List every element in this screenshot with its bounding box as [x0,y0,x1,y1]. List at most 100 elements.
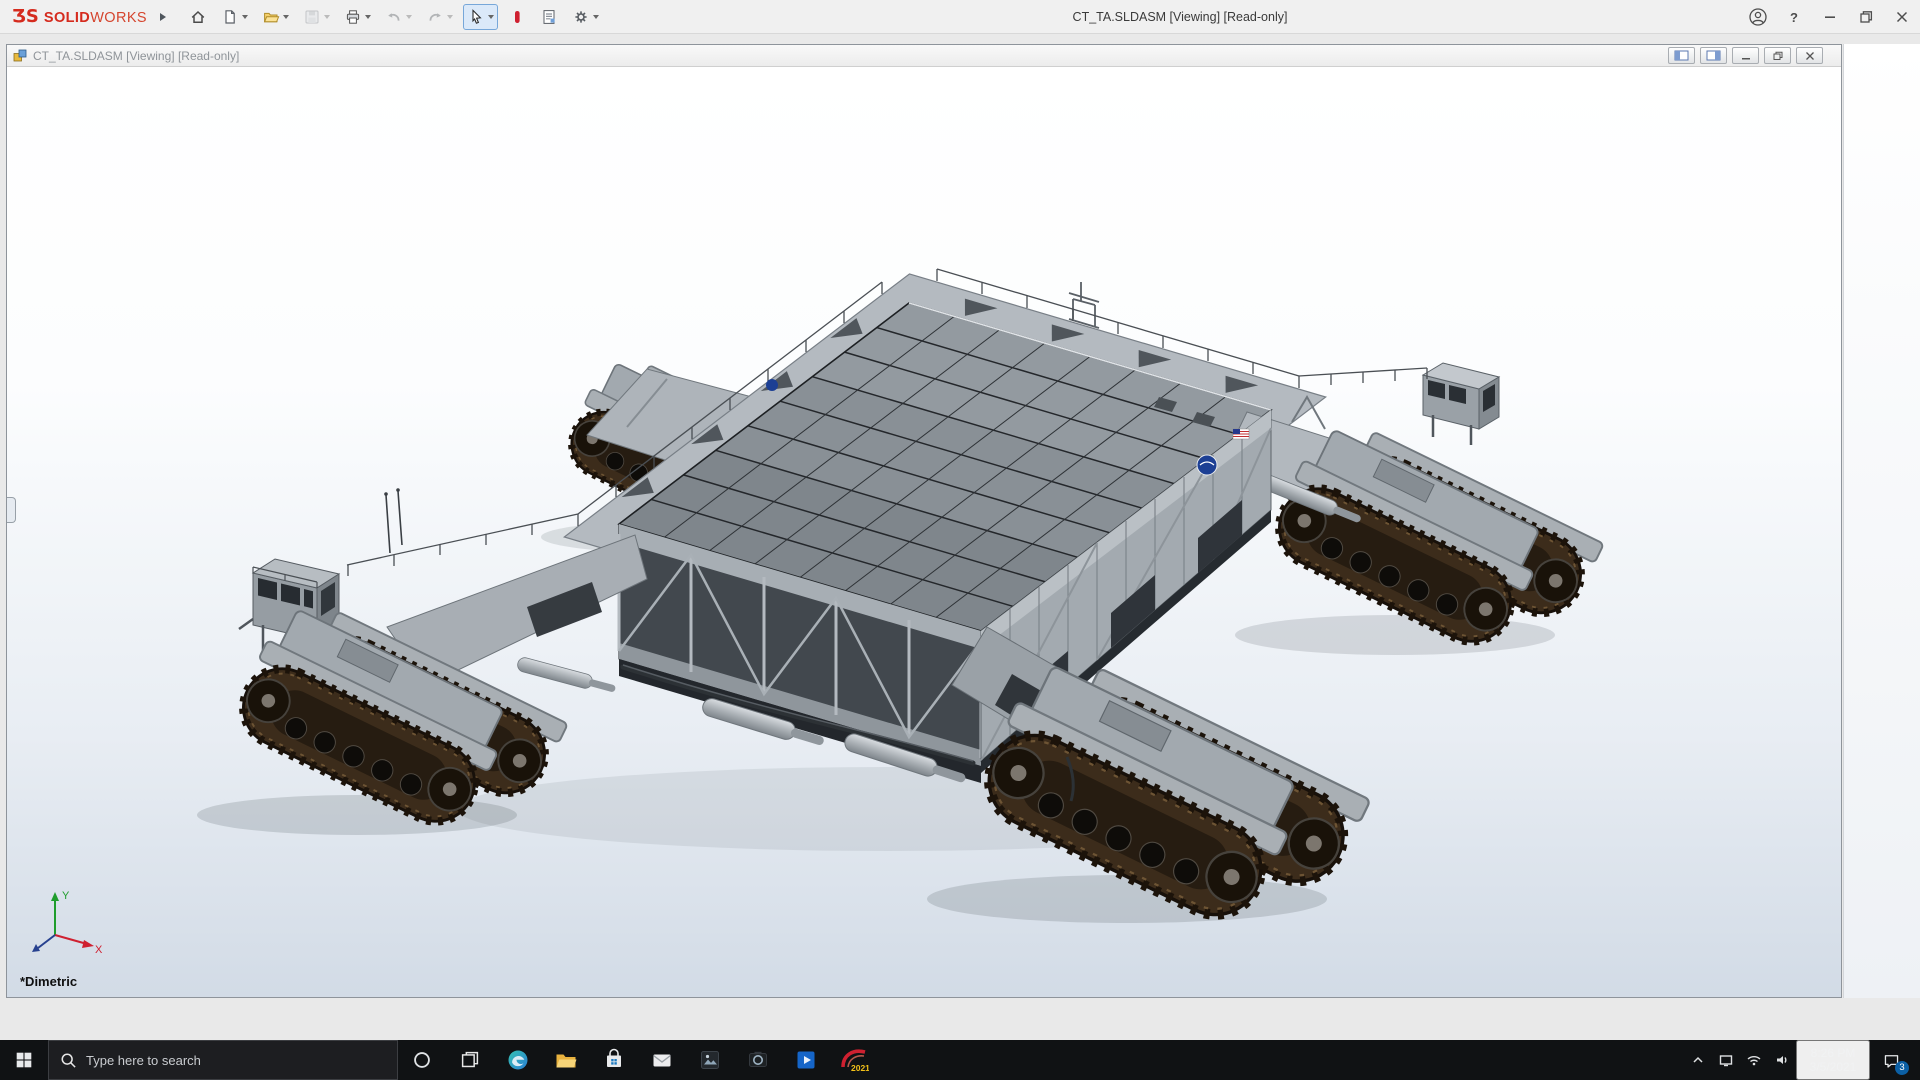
model-canvas[interactable]: Y X [7,67,1841,997]
file-properties-icon [540,8,558,26]
file-properties-button[interactable] [536,4,562,30]
undo-icon [385,8,403,26]
dropdown-caret-icon [406,15,412,19]
task-pane-collapsed[interactable] [1843,44,1920,998]
menu-expand-button[interactable] [155,6,171,28]
task-view-button[interactable] [446,1040,494,1080]
window-title: CT_TA.SLDASM [Viewing] [Read-only] [990,0,1370,34]
account-button[interactable] [1740,0,1776,34]
collaboration-status-button[interactable] [504,4,530,30]
help-button[interactable]: ? [1776,0,1812,34]
print-button[interactable] [340,4,375,30]
red-status-icon [508,8,526,26]
select-arrow-icon [467,8,485,26]
media-player-icon [793,1047,819,1073]
document-window: CT_TA.SLDASM [Viewing] [Read-only] [6,44,1842,998]
mail-button[interactable] [638,1040,686,1080]
photos-app-button[interactable] [686,1040,734,1080]
right-operator-cab[interactable] [1423,363,1499,445]
gear-icon [572,8,590,26]
windows-logo-icon [14,1050,34,1070]
save-button[interactable] [299,4,334,30]
action-center-button[interactable]: 3 [1870,1040,1912,1080]
brand-works: WORKS [90,10,147,26]
solidworks-2021-button[interactable]: 2021 [830,1040,878,1080]
display-pane-right-button[interactable] [1700,47,1727,64]
mail-icon [649,1047,675,1073]
dropdown-caret-icon [365,15,371,19]
deck-scaffold [1069,282,1099,328]
display-icon [1718,1052,1734,1068]
dropdown-caret-icon [593,15,599,19]
camera-app-button[interactable] [734,1040,782,1080]
redo-button[interactable] [422,4,457,30]
file-explorer-icon [553,1047,579,1073]
help-glyph: ? [1790,10,1798,25]
select-tool-button[interactable] [463,4,498,30]
close-button[interactable] [1884,0,1920,34]
taskbar-search[interactable]: Type here to search [48,1040,398,1080]
account-icon [1748,7,1768,27]
graphics-viewport[interactable]: Y X *Dimetric [7,67,1841,997]
tray-display-button[interactable] [1712,1040,1740,1080]
view-orientation-label: *Dimetric [20,974,77,989]
store-button[interactable] [590,1040,638,1080]
camera-icon [745,1047,771,1073]
open-folder-icon [262,8,280,26]
photos-icon [697,1047,723,1073]
windows-taskbar: Type here to search 2021 [0,1040,1920,1080]
doc-restore-button[interactable] [1764,47,1791,64]
doc-minimize-icon [1740,51,1752,61]
hydraulic-cylinder[interactable] [516,656,617,696]
dropdown-caret-icon [488,15,494,19]
antenna-masts [384,488,402,553]
new-document-button[interactable] [217,4,252,30]
doc-close-icon [1804,51,1816,61]
doc-close-button[interactable] [1796,47,1823,64]
home-button[interactable] [185,4,211,30]
tray-network-button[interactable] [1740,1040,1768,1080]
ds-logo-mark: ƷS [12,6,39,27]
panel-collapse-tab[interactable] [7,497,16,523]
solidworks-year-badge: 2021 [851,1063,869,1073]
pane-left-icon [1674,50,1689,61]
new-document-icon [221,8,239,26]
assembly-document-icon [13,49,27,63]
solidworks-logo: ƷS SOLIDWORKS [4,6,155,27]
home-icon [189,8,207,26]
clock-time: 8:26 PM [1798,1046,1868,1060]
minimize-button[interactable] [1812,0,1848,34]
edge-browser-button[interactable] [494,1040,542,1080]
app-titlebar: ƷS SOLIDWORKS [0,0,1920,34]
doc-restore-icon [1772,51,1784,61]
file-explorer-button[interactable] [542,1040,590,1080]
expand-arrow-icon [160,13,166,21]
cortana-icon [410,1048,434,1072]
dropdown-caret-icon [324,15,330,19]
doc-minimize-button[interactable] [1732,47,1759,64]
solidworks-app-icon: 2021 [839,1045,869,1075]
undo-button[interactable] [381,4,416,30]
tray-volume-button[interactable] [1768,1040,1796,1080]
minimize-icon [1822,9,1838,25]
speaker-icon [1774,1052,1790,1068]
x-axis-label: X [95,944,103,956]
system-tray: 8:26 PM 3/5/2021 3 [1684,1040,1920,1080]
restore-button[interactable] [1848,0,1884,34]
document-window-controls [1668,47,1823,64]
save-icon [303,8,321,26]
brand-solid: SOLID [44,10,90,26]
media-player-app-button[interactable] [782,1040,830,1080]
options-button[interactable] [568,4,603,30]
start-button[interactable] [0,1040,48,1080]
quick-access-toolbar [185,4,603,30]
cortana-button[interactable] [398,1040,446,1080]
open-button[interactable] [258,4,293,30]
taskbar-clock[interactable]: 8:26 PM 3/5/2021 [1796,1040,1870,1080]
chevron-up-icon [1690,1052,1706,1068]
y-axis-label: Y [62,890,70,902]
tray-chevron-button[interactable] [1684,1040,1712,1080]
orientation-triad[interactable]: Y X [32,890,103,956]
display-pane-left-button[interactable] [1668,47,1695,64]
redo-icon [426,8,444,26]
